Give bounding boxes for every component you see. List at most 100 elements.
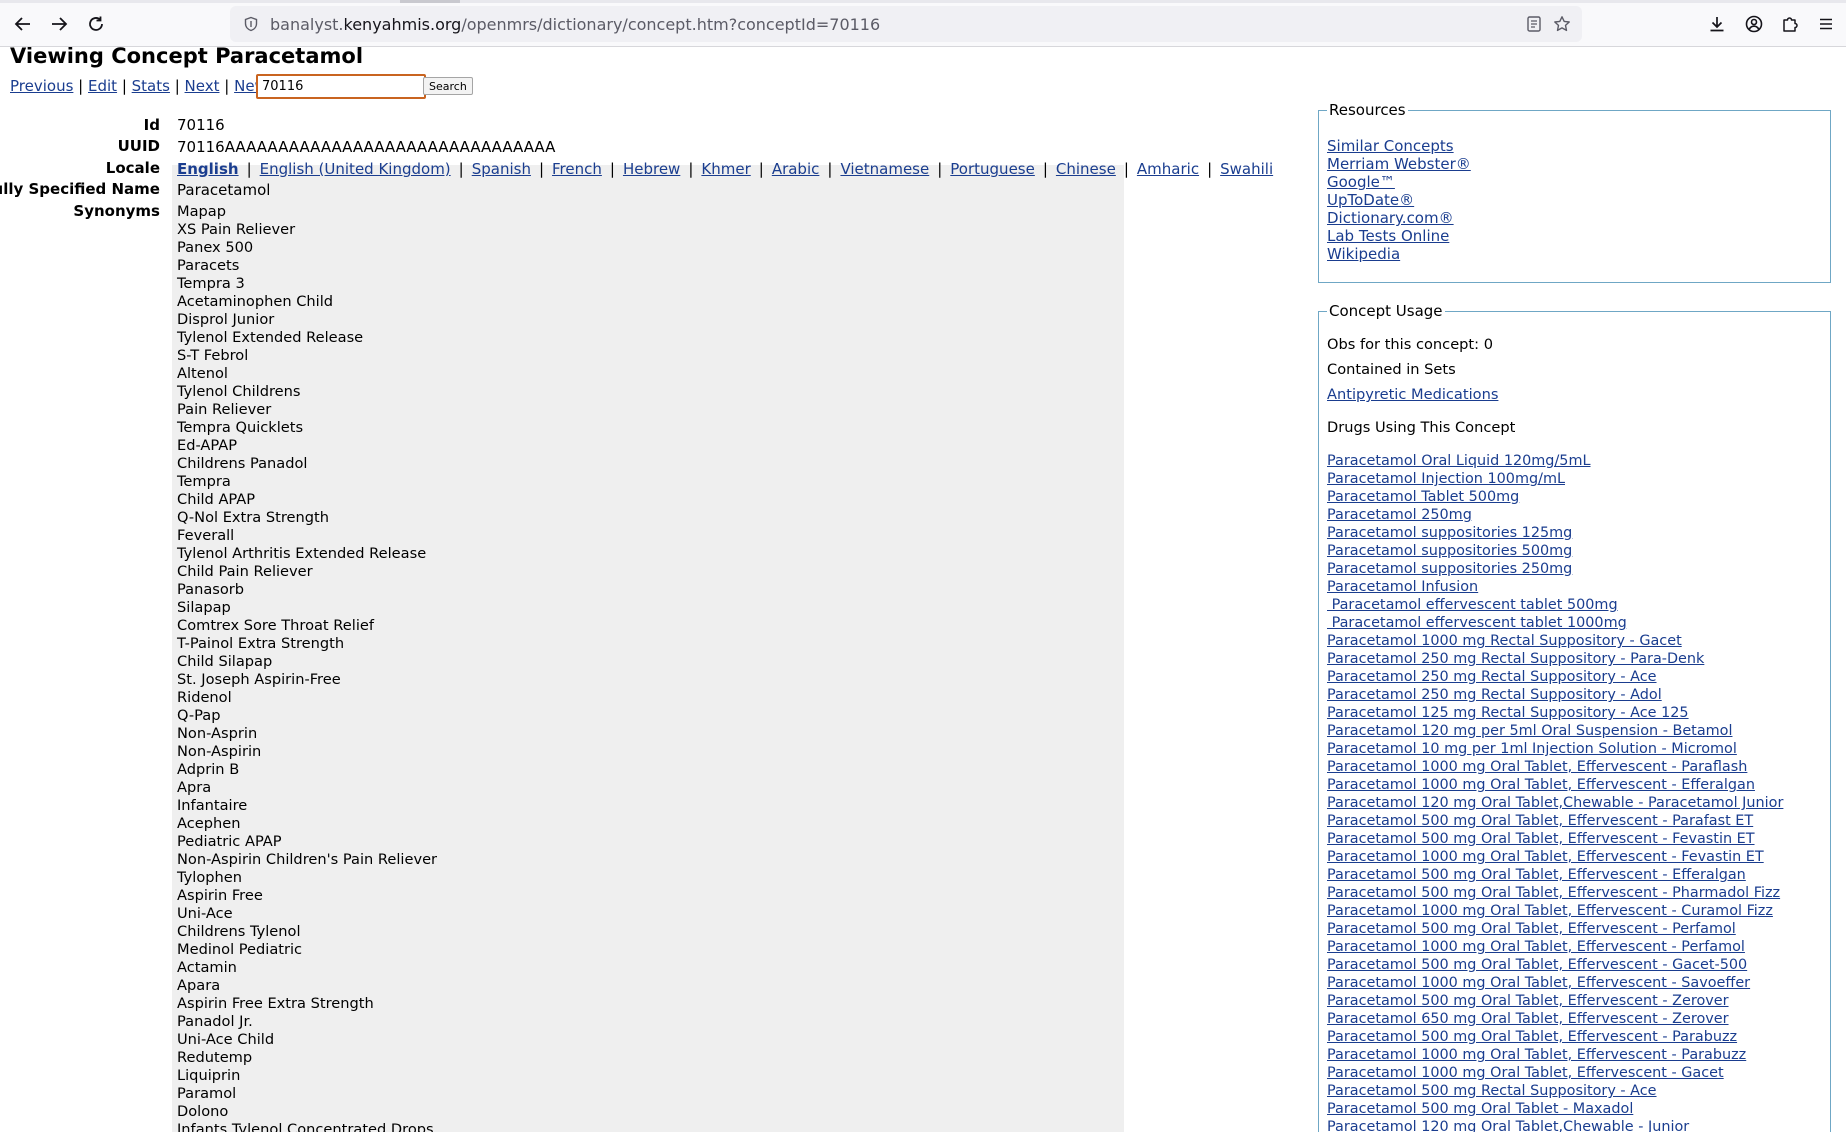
drug-link[interactable]: Paracetamol 500 mg Oral Tablet, Efferves… (1327, 812, 1783, 830)
drug-link[interactable]: Paracetamol 1000 mg Oral Tablet, Efferve… (1327, 902, 1783, 920)
synonym-item: Tylenol Extended Release (177, 329, 364, 346)
locale-french[interactable]: French (552, 160, 602, 178)
reload-button[interactable] (82, 10, 110, 38)
google-link[interactable]: Google™ (1327, 173, 1471, 191)
address-bar[interactable]: banalyst.kenyahmis.org/openmrs/dictionar… (230, 6, 1582, 42)
stats-link[interactable]: Stats (132, 77, 170, 95)
synonym-item: Tempra Quicklets (177, 419, 304, 436)
synonym-item: Tempra (177, 473, 231, 490)
drug-link[interactable]: Paracetamol effervescent tablet 1000mg (1327, 614, 1783, 632)
drug-link[interactable]: Paracetamol 250mg (1327, 506, 1783, 524)
drug-link[interactable]: Paracetamol Oral Liquid 120mg/5mL (1327, 452, 1783, 470)
drug-link[interactable]: Paracetamol 650 mg Oral Tablet, Efferves… (1327, 1010, 1783, 1028)
drug-link[interactable]: Paracetamol 500 mg Rectal Suppository - … (1327, 1082, 1783, 1100)
drug-link[interactable]: Paracetamol Tablet 500mg (1327, 488, 1783, 506)
synonym-item: Mapap (177, 203, 227, 220)
drug-link[interactable]: Paracetamol 500 mg Oral Tablet, Efferves… (1327, 992, 1783, 1010)
locale-hebrew[interactable]: Hebrew (623, 160, 680, 178)
edit-link[interactable]: Edit (88, 77, 117, 95)
url-text[interactable]: banalyst.kenyahmis.org/openmrs/dictionar… (270, 15, 880, 34)
drug-link[interactable]: Paracetamol 1000 mg Oral Tablet, Efferve… (1327, 1046, 1783, 1064)
synonym-item: Paramol (177, 1085, 237, 1102)
forward-button[interactable] (45, 10, 73, 38)
next-link[interactable]: Next (185, 77, 220, 95)
fully-specified-name-value: Paracetamol (177, 181, 271, 199)
obs-count: Obs for this concept: 0 (1327, 336, 1493, 353)
locale-chinese[interactable]: Chinese (1056, 160, 1116, 178)
synonym-item: Tylenol Arthritis Extended Release (177, 545, 427, 562)
locale-khmer[interactable]: Khmer (701, 160, 750, 178)
concept-search-input[interactable] (256, 74, 426, 99)
drug-link[interactable]: Paracetamol 1000 mg Oral Tablet, Efferve… (1327, 938, 1783, 956)
drug-link[interactable]: Paracetamol 120 mg per 5ml Oral Suspensi… (1327, 722, 1783, 740)
locale-amharic[interactable]: Amharic (1137, 160, 1199, 178)
locale-english-uk[interactable]: English (United Kingdom) (260, 160, 451, 178)
drug-link[interactable]: Paracetamol 1000 mg Oral Tablet, Efferve… (1327, 1064, 1783, 1082)
drug-link[interactable]: Paracetamol 500 mg Oral Tablet, Efferves… (1327, 866, 1783, 884)
drug-link[interactable]: Paracetamol 500 mg Oral Tablet, Efferves… (1327, 830, 1783, 848)
drug-link[interactable]: Paracetamol 500 mg Oral Tablet, Efferves… (1327, 1028, 1783, 1046)
drug-link[interactable]: Paracetamol 120 mg Oral Tablet,Chewable … (1327, 794, 1783, 812)
drug-link[interactable]: Paracetamol Injection 100mg/mL (1327, 470, 1783, 488)
drug-link[interactable]: Paracetamol Infusion (1327, 578, 1783, 596)
search-button[interactable]: Search (423, 77, 473, 95)
drug-link[interactable]: Paracetamol 1000 mg Oral Tablet, Efferve… (1327, 974, 1783, 992)
uptodate-link[interactable]: UpToDate® (1327, 191, 1471, 209)
lab-tests-online-link[interactable]: Lab Tests Online (1327, 227, 1471, 245)
locale-vietnamese[interactable]: Vietnamese (840, 160, 929, 178)
account-button[interactable] (1740, 10, 1768, 38)
previous-link[interactable]: Previous (10, 77, 73, 95)
back-button[interactable] (9, 10, 37, 38)
drug-link[interactable]: Paracetamol suppositories 125mg (1327, 524, 1783, 542)
concept-nav-links: Previous | Edit | Stats | Next | New (10, 77, 267, 95)
id-value: 70116 (177, 116, 225, 134)
drug-link[interactable]: Paracetamol 120 mg Oral Tablet,Chewable … (1327, 1118, 1783, 1132)
drug-link[interactable]: Paracetamol 500 mg Oral Tablet, Efferves… (1327, 956, 1783, 974)
locale-english[interactable]: English (177, 160, 239, 178)
drug-link[interactable]: Paracetamol 1000 mg Oral Tablet, Efferve… (1327, 848, 1783, 866)
fully-specified-name-label: Fully Specified Name (0, 180, 160, 198)
reader-view-icon[interactable] (1524, 14, 1544, 34)
synonym-item: Tylophen (177, 869, 243, 886)
site-security-icon[interactable] (242, 15, 260, 33)
downloads-button[interactable] (1703, 10, 1731, 38)
drug-link[interactable]: Paracetamol 1000 mg Oral Tablet, Efferve… (1327, 776, 1783, 794)
drug-link[interactable]: Paracetamol 1000 mg Rectal Suppository -… (1327, 632, 1783, 650)
dictionary-com-link[interactable]: Dictionary.com® (1327, 209, 1471, 227)
synonym-item: Aspirin Free Extra Strength (177, 995, 374, 1012)
drug-link[interactable]: Paracetamol suppositories 500mg (1327, 542, 1783, 560)
synonym-item: Pediatric APAP (177, 833, 282, 850)
drug-link[interactable]: Paracetamol 250 mg Rectal Suppository - … (1327, 668, 1783, 686)
drug-link[interactable]: Paracetamol suppositories 250mg (1327, 560, 1783, 578)
drug-link[interactable]: Paracetamol 250 mg Rectal Suppository - … (1327, 686, 1783, 704)
synonyms-label: Synonyms (73, 202, 160, 220)
locale-label: Locale (105, 159, 160, 177)
locale-portuguese[interactable]: Portuguese (950, 160, 1035, 178)
forward-arrow-icon (52, 17, 68, 31)
bookmark-star-icon[interactable] (1552, 14, 1572, 34)
locale-arabic[interactable]: Arabic (772, 160, 820, 178)
similar-concepts-link[interactable]: Similar Concepts (1327, 137, 1471, 155)
drug-link[interactable]: Paracetamol 250 mg Rectal Suppository - … (1327, 650, 1783, 668)
drug-link[interactable]: Paracetamol effervescent tablet 500mg (1327, 596, 1783, 614)
merriam-webster-link[interactable]: Merriam Webster® (1327, 155, 1471, 173)
drug-link[interactable]: Paracetamol 500 mg Oral Tablet, Efferves… (1327, 920, 1783, 938)
synonym-item: Panex 500 (177, 239, 254, 256)
synonym-item: Ridenol (177, 689, 232, 706)
hamburger-menu-icon (1820, 18, 1832, 30)
drug-link[interactable]: Paracetamol 500 mg Oral Tablet, Efferves… (1327, 884, 1783, 902)
synonym-item: Infants Tylenol Concentrated Drops (177, 1121, 434, 1132)
extensions-button[interactable] (1776, 10, 1804, 38)
synonym-item: Q-Nol Extra Strength (177, 509, 329, 526)
drug-link[interactable]: Paracetamol 500 mg Oral Tablet - Maxadol (1327, 1100, 1783, 1118)
locale-swahili[interactable]: Swahili (1220, 160, 1273, 178)
set-link-antipyretic-medications[interactable]: Antipyretic Medications (1327, 386, 1498, 403)
app-menu-button[interactable] (1812, 10, 1840, 38)
drug-link[interactable]: Paracetamol 1000 mg Oral Tablet, Efferve… (1327, 758, 1783, 776)
wikipedia-link[interactable]: Wikipedia (1327, 245, 1471, 263)
drug-link[interactable]: Paracetamol 10 mg per 1ml Injection Solu… (1327, 740, 1783, 758)
drug-link[interactable]: Paracetamol 125 mg Rectal Suppository - … (1327, 704, 1783, 722)
url-prefix: banalyst. (270, 14, 344, 34)
locale-spanish[interactable]: Spanish (472, 160, 531, 178)
page-content: Viewing Concept Paracetamol Previous | E… (0, 47, 1846, 1132)
